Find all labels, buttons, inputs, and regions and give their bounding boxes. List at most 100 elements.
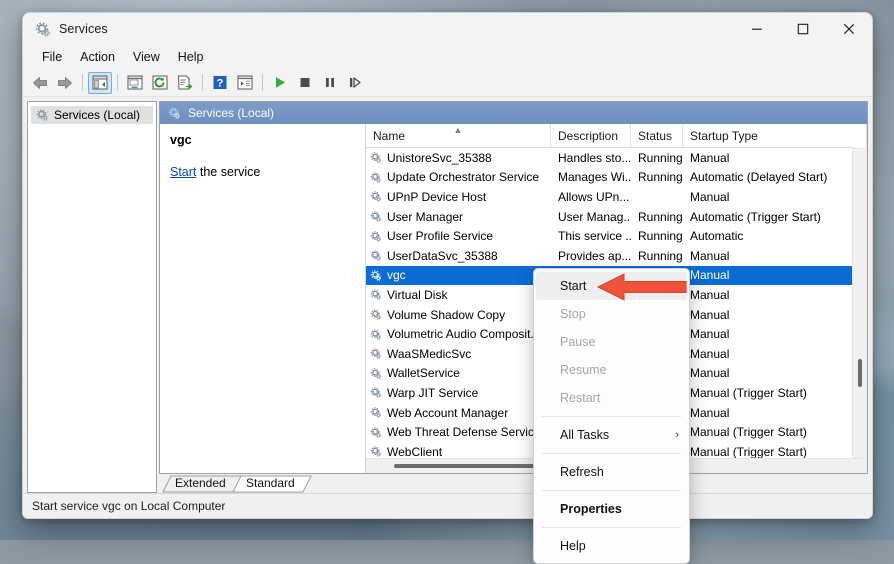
refresh-icon [152,75,168,90]
column-header-description[interactable]: Description [551,124,631,147]
menu-item-action[interactable]: Action [71,48,124,66]
stop-service-button[interactable] [293,72,317,94]
context-menu-item-label: Start [560,279,587,293]
minimize-icon [752,28,762,30]
menu-item-help[interactable]: Help [169,48,213,66]
cell-name-label: Volumetric Audio Composit. [387,327,534,342]
cell-startup-type: Manual (Trigger Start) [690,444,807,458]
title-bar: Services [23,13,872,45]
cell-startup-type: Manual [690,248,730,263]
cell-status: Running [638,248,683,263]
cell-name: WaaSMedicSvc [366,347,551,361]
table-row[interactable]: UPnP Device Host Allows UPn... Manual [366,187,867,207]
vertical-scrollbar[interactable] [852,147,867,473]
services-gear-icon [168,107,181,119]
cell-name: UserDataSvc_35388 [366,249,551,263]
vertical-scrollbar-thumb[interactable] [858,359,862,387]
toolbar: ? [23,69,872,97]
right-pane-inner: Services (Local) vgc Start the service N… [159,101,868,474]
tab-standard[interactable]: Standard [246,476,295,490]
horizontal-scrollbar-thumb[interactable] [394,464,554,468]
column-header-startup-type[interactable]: Startup Type [683,124,867,147]
list-header-row: Name ▲ Description Status Startup Type [366,124,867,148]
service-gear-icon [370,426,382,438]
cell-name-label: vgc [387,268,406,283]
context-menu-item-refresh[interactable]: Refresh [534,458,689,486]
cell-startup-type: Manual (Trigger Start) [690,385,807,400]
cell-description: Provides ap... [558,248,631,263]
context-menu-item-restart: Restart [534,384,689,412]
cell-name-label: WaaSMedicSvc [387,346,472,361]
context-menu-item-label: Resume [560,363,607,377]
cell-name-label: Update Orchestrator Service [387,170,540,185]
cell-name-label: User Profile Service [387,229,494,244]
cell-status: Running [638,150,683,165]
context-menu-item-pause: Pause [534,328,689,356]
show-hide-console-tree-button[interactable] [88,71,112,94]
start-service-button[interactable] [268,72,292,94]
cell-name-label: Web Threat Defense Service [387,425,541,440]
table-row[interactable]: UserDataSvc_35388 Provides ap... Running Ma… [366,246,867,266]
service-gear-icon [370,446,382,458]
detail-action-suffix: the service [196,165,261,179]
start-service-link[interactable]: Start [170,165,196,179]
table-row[interactable]: UnistoreSvc_35388 Handles sto... Running Ma… [366,148,867,168]
context-menu-item-resume: Resume [534,356,689,384]
service-gear-icon [370,387,382,399]
service-gear-icon [370,368,382,379]
forward-button[interactable] [53,72,77,94]
cell-name: Web Threat Defense Service [366,425,551,439]
menu-item-file[interactable]: File [33,48,71,66]
column-header-startup-type-label: Startup Type [690,128,758,143]
pause-service-button[interactable] [318,72,342,94]
context-menu-item-help[interactable]: Help [534,532,689,560]
show-hide-action-pane-button[interactable] [233,72,257,94]
start-service-icon [276,77,285,88]
console-tree-pane: Services (Local) [27,101,157,493]
export-list-button[interactable] [173,72,197,94]
context-menu-separator [542,453,681,454]
cell-name: vgc [366,268,551,282]
context-menu-item-properties[interactable]: Properties [534,495,689,523]
cell-name-label: WalletService [387,366,460,381]
detail-action-line: Start the service [170,165,354,179]
column-header-status-label: Status [638,128,673,143]
right-pane-header: Services (Local) [160,102,867,124]
cell-name: Virtual Disk [366,288,551,302]
column-header-name[interactable]: Name ▲ [366,124,551,147]
help-button[interactable]: ? [208,72,232,94]
table-row[interactable]: Update Orchestrator Service Manages Wi...… [366,168,867,188]
table-row[interactable]: User Profile Service This service ... Runn… [366,226,867,246]
table-row[interactable]: User Manager User Manag... Running Automati… [366,207,867,227]
menu-item-view[interactable]: View [124,48,169,66]
service-gear-icon [370,172,382,183]
services-gear-icon [36,109,49,121]
cell-startup-type: Manual [690,405,730,420]
cell-name: Update Orchestrator Service [366,170,551,184]
back-button[interactable] [28,72,52,94]
restart-service-button[interactable] [343,72,367,94]
cell-startup-type: Automatic (Trigger Start) [690,209,821,224]
close-button[interactable] [826,13,872,45]
close-icon [843,23,855,35]
context-menu-item-start[interactable]: Start [536,272,687,300]
minimize-button[interactable] [734,13,780,45]
cell-startup-type: Manual [690,366,730,381]
maximize-button[interactable] [780,13,826,45]
menu-bar: File Action View Help [23,45,872,69]
service-gear-icon [370,309,382,320]
tab-extended[interactable]: Extended [175,476,226,490]
context-menu-item-label: Help [560,539,586,553]
service-gear-icon [370,348,382,360]
refresh-button[interactable] [148,72,172,94]
cell-name: Volumetric Audio Composit. [366,327,551,341]
context-menu: Start Stop Pause Resume Restart All Tasks › Ref… [533,268,690,564]
svg-text:?: ? [217,78,224,90]
column-header-status[interactable]: Status [631,124,683,147]
tree-item-services-local[interactable]: Services (Local) [31,106,153,124]
service-gear-icon [370,250,382,262]
cell-name: UPnP Device Host [366,190,551,204]
cell-description: This service ... [558,229,631,244]
properties-window-button[interactable] [123,72,147,94]
context-menu-item-all-tasks[interactable]: All Tasks › [534,421,689,449]
